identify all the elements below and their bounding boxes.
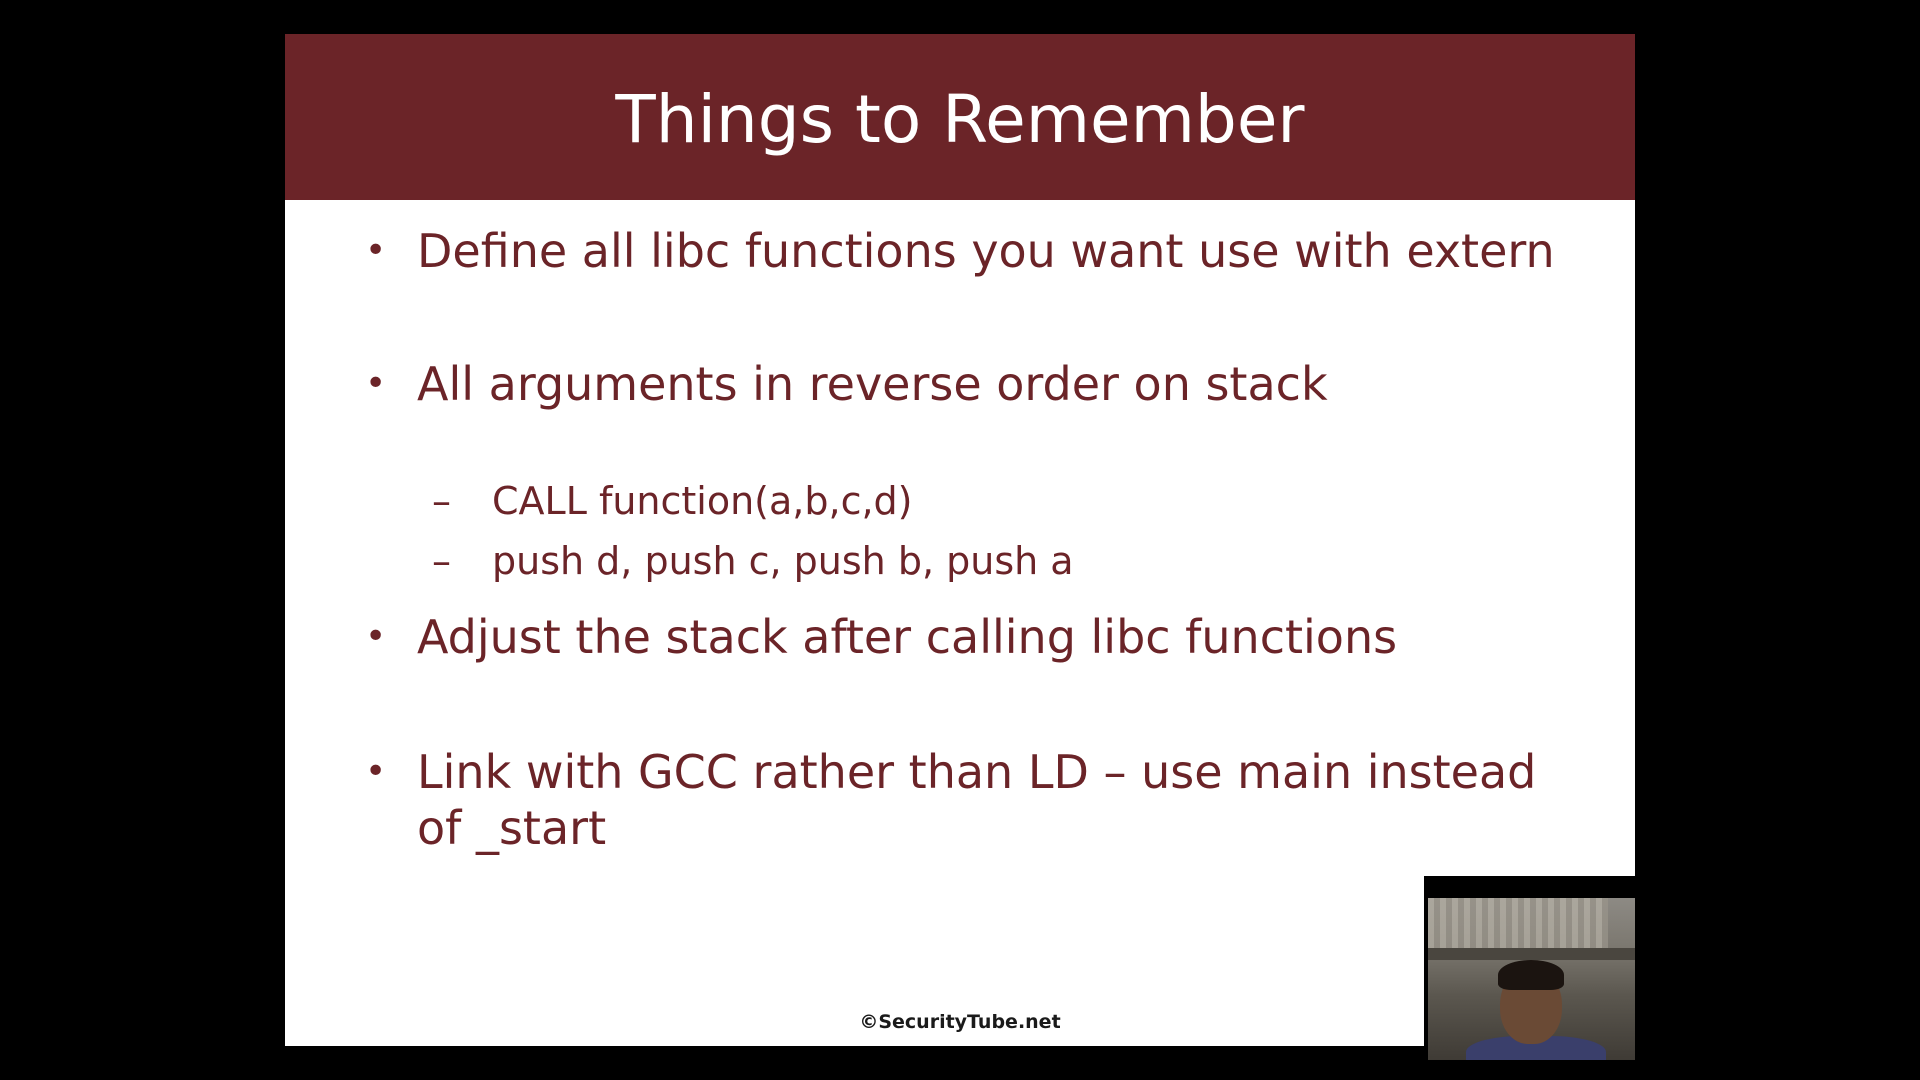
background-shelf [1428, 948, 1635, 960]
bullet-dot-icon: • [365, 230, 387, 271]
bullet-dot-icon: • [365, 751, 387, 792]
sub-item-push: – push d, push c, push b, push a [432, 537, 1532, 585]
bullet-text: Link with GCC rather than LD – use main … [417, 745, 1537, 855]
dash-icon: – [432, 539, 451, 583]
bullet-item-adjust-stack: • Adjust the stack after calling libc fu… [365, 609, 1575, 665]
webcam-top-bar [1424, 876, 1635, 898]
sub-item-text: push d, push c, push b, push a [492, 539, 1074, 583]
bullet-item-reverse-order: • All arguments in reverse order on stac… [365, 356, 1575, 412]
bullet-text: Define all libc functions you want use w… [417, 224, 1555, 278]
bullet-text: All arguments in reverse order on stack [417, 357, 1328, 411]
bullet-dot-icon: • [365, 616, 387, 657]
sub-item-text: CALL function(a,b,c,d) [492, 479, 913, 523]
background-window [1428, 898, 1608, 948]
bullet-dot-icon: • [365, 363, 387, 404]
presenter-hair [1498, 960, 1564, 990]
bullet-item-link-gcc: • Link with GCC rather than LD – use mai… [365, 744, 1575, 856]
bullet-text: Adjust the stack after calling libc func… [417, 610, 1398, 664]
bullet-item-extern: • Define all libc functions you want use… [365, 223, 1575, 279]
sub-item-call: – CALL function(a,b,c,d) [432, 477, 1532, 525]
presenter-video-thumbnail-icon [1428, 898, 1635, 1060]
webcam-overlay [1424, 876, 1635, 1060]
dash-icon: – [432, 479, 451, 523]
video-frame: Things to Remember • Define all libc fun… [0, 0, 1920, 1080]
